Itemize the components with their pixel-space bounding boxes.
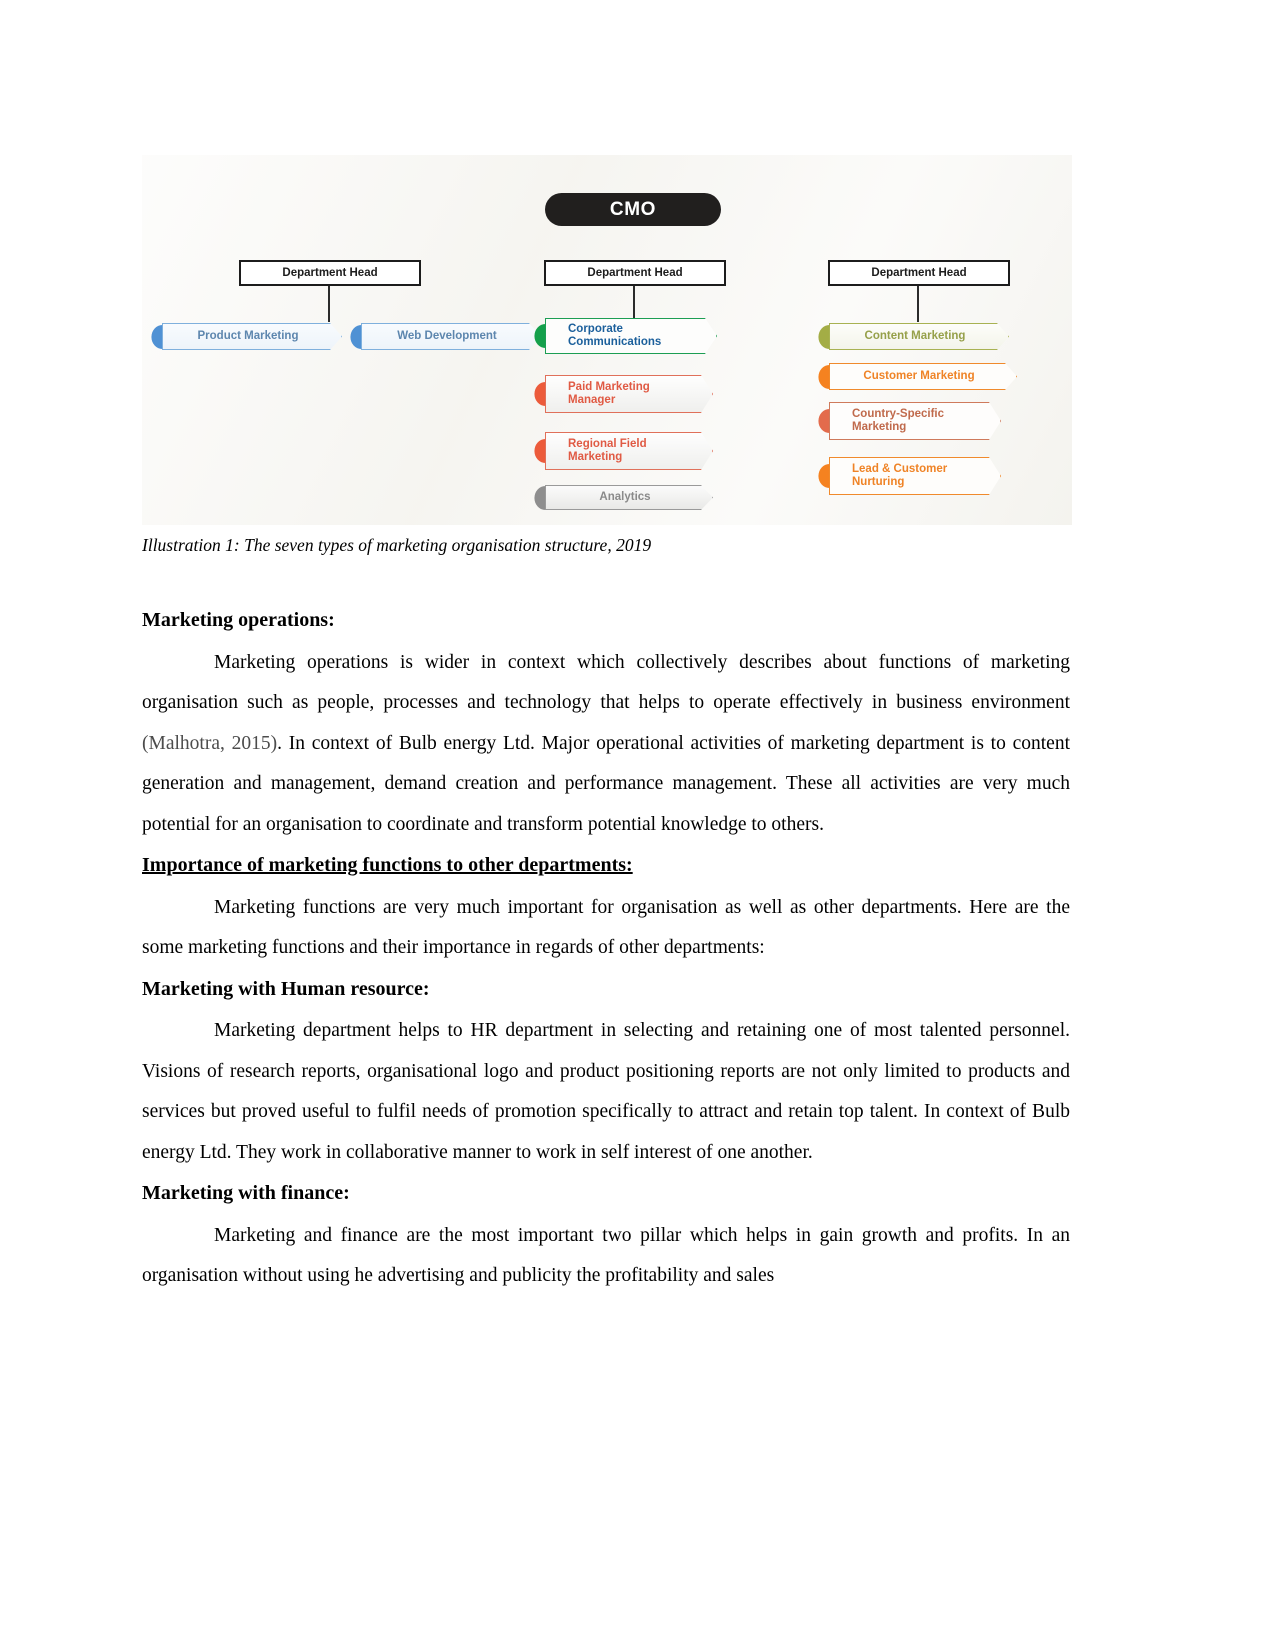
org-node-cmo-label: CMO — [609, 198, 657, 220]
figure-caption: Illustration 1: The seven types of marke… — [142, 535, 652, 555]
regional-field-line-1: Regional Field — [568, 438, 647, 451]
paragraph-importance: Marketing functions are very much import… — [142, 896, 1070, 959]
org-node-analytics-label: Analytics — [545, 485, 713, 510]
org-node-paid-marketing-manager-label: Paid Marketing Manager — [545, 375, 713, 413]
org-node-lead-customer-nurturing: Lead & Customer Nurturing — [818, 457, 1001, 495]
org-chart-diagram: CMO Department Head Department Head Depa… — [142, 155, 1072, 525]
figure-illustration-1: CMO Department Head Department Head Depa… — [142, 155, 1072, 525]
para-marketing-operations-part-b: . In context of Bulb energy Ltd. Major o… — [142, 732, 1070, 835]
department-head-label-2: Department Head — [587, 267, 683, 279]
heading-marketing-with-human-resource: Marketing with Human resource: — [142, 977, 430, 1000]
org-node-web-development: Web Development — [350, 323, 541, 350]
paid-marketing-line-2: Manager — [568, 394, 616, 406]
lead-nurturing-line-1: Lead & Customer — [852, 463, 948, 476]
heading-marketing-with-finance: Marketing with finance: — [142, 1182, 350, 1204]
para-marketing-operations-part-a: Marketing operations is wider in context… — [142, 651, 1070, 714]
org-node-analytics: Analytics — [534, 485, 713, 510]
org-node-lead-customer-nurturing-label: Lead & Customer Nurturing — [829, 457, 1001, 495]
heading-importance-of-marketing-functions: Importance of marketing functions to oth… — [142, 854, 633, 876]
paragraph-marketing-operations: Marketing operations is wider in context… — [142, 643, 1070, 846]
lead-nurturing-line-2: Nurturing — [852, 476, 905, 488]
document-body: Marketing operations: Marketing operatio… — [142, 600, 1070, 1297]
department-head-label-3: Department Head — [871, 267, 967, 279]
department-head-label-1: Department Head — [282, 267, 378, 279]
connector-line-2 — [633, 285, 635, 322]
paid-marketing-line-1: Paid Marketing — [568, 381, 650, 394]
connector-line-1 — [328, 285, 330, 322]
org-node-product-marketing-label: Product Marketing — [162, 323, 342, 350]
org-node-country-specific-marketing-label: Country-Specific Marketing — [829, 402, 1001, 440]
org-node-content-marketing-label: Content Marketing — [829, 323, 1009, 350]
corp-comm-line-1: Corporate — [568, 323, 623, 336]
corp-comm-line-2: Communications — [568, 336, 662, 348]
org-node-regional-field-marketing: Regional Field Marketing — [534, 432, 713, 470]
org-node-paid-marketing-manager: Paid Marketing Manager — [534, 375, 713, 413]
org-node-cmo: CMO — [545, 193, 721, 226]
org-node-content-marketing: Content Marketing — [818, 323, 1009, 350]
citation-malhotra: (Malhotra, 2015) — [142, 732, 278, 754]
org-node-customer-marketing: Customer Marketing — [818, 363, 1017, 390]
department-head-box-2: Department Head — [544, 260, 726, 286]
org-node-product-marketing: Product Marketing — [151, 323, 342, 350]
connector-line-3 — [917, 285, 919, 322]
org-node-corporate-communications: Corporate Communications — [534, 318, 717, 354]
document-page: CMO Department Head Department Head Depa… — [0, 0, 1275, 1651]
regional-field-line-2: Marketing — [568, 451, 623, 463]
heading-marketing-operations: Marketing operations: — [142, 609, 335, 631]
department-head-box-3: Department Head — [828, 260, 1010, 286]
country-specific-line-1: Country-Specific — [852, 408, 945, 421]
paragraph-finance: Marketing and finance are the most impor… — [142, 1224, 1070, 1287]
department-head-box-1: Department Head — [239, 260, 421, 286]
org-node-country-specific-marketing: Country-Specific Marketing — [818, 402, 1001, 440]
org-node-customer-marketing-label: Customer Marketing — [829, 363, 1017, 390]
paragraph-human-resource: Marketing department helps to HR departm… — [142, 1020, 1070, 1163]
org-node-corporate-communications-label: Corporate Communications — [545, 318, 717, 354]
org-node-web-development-label: Web Development — [361, 323, 541, 350]
org-node-regional-field-marketing-label: Regional Field Marketing — [545, 432, 713, 470]
country-specific-line-2: Marketing — [852, 421, 907, 433]
